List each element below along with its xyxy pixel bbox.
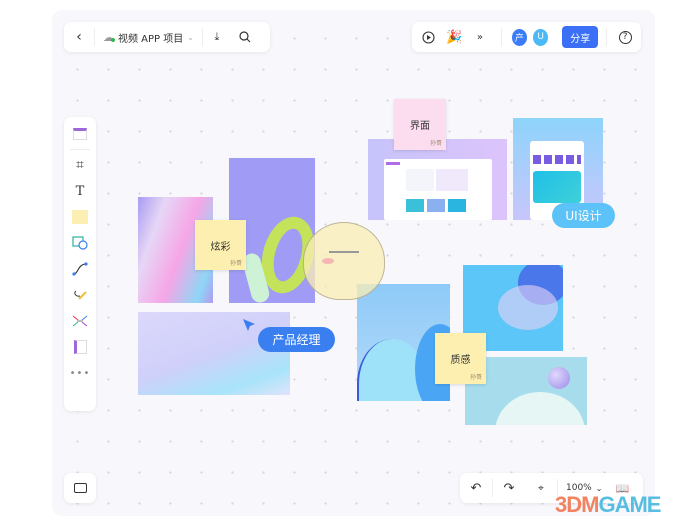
sticky-signature: 孙哥 <box>429 140 442 147</box>
tool-template[interactable] <box>64 121 96 147</box>
share-button[interactable]: 分享 <box>562 26 599 48</box>
minimap-icon <box>73 483 87 493</box>
frame-icon: ⌗ <box>76 157 84 173</box>
tool-text[interactable]: T <box>64 178 96 204</box>
map-button[interactable]: ⌖ <box>525 473 557 503</box>
image-lavender-wave[interactable] <box>138 312 290 395</box>
shape-icon <box>72 236 88 250</box>
pen-icon <box>74 290 87 300</box>
tool-frame[interactable]: ⌗ <box>64 152 96 178</box>
help-button[interactable]: ? <box>615 25 635 49</box>
sticky-text: 炫彩 <box>210 241 231 253</box>
sticky-note[interactable]: 炫彩孙哥 <box>195 220 246 270</box>
divider <box>606 28 608 46</box>
redo-icon: ↷ <box>503 480 515 496</box>
mindmap-icon <box>72 315 88 327</box>
download-icon: ⤓ <box>214 30 220 43</box>
collab-toolbar: 🎉 » 产 U 分享 ? <box>412 22 641 52</box>
avatar[interactable]: 产 <box>511 28 527 46</box>
divider <box>70 149 90 150</box>
connector-icon <box>72 262 88 276</box>
party-popper-icon: 🎉 <box>446 29 463 45</box>
redo-button[interactable]: ↷ <box>493 473 525 503</box>
tool-connector[interactable] <box>64 256 96 282</box>
collaborator-label-pm: 产品经理 <box>258 327 335 352</box>
cloud-icon: ☁ <box>103 30 115 44</box>
undo-button[interactable]: ↶ <box>460 473 492 503</box>
sticky-signature: 孙哥 <box>229 260 242 267</box>
tool-shape[interactable] <box>64 230 96 256</box>
tool-sidebar: ⌗ T ••• <box>64 117 96 411</box>
more-icon: ••• <box>69 367 91 379</box>
tool-mindmap[interactable] <box>64 308 96 334</box>
sticky-note[interactable]: 质感孙哥 <box>435 333 486 384</box>
back-button[interactable]: ‹ <box>64 22 94 52</box>
sticky-note[interactable]: 界面孙哥 <box>394 99 446 150</box>
sticky-text: 界面 <box>410 121 430 132</box>
present-button[interactable] <box>418 25 440 49</box>
tool-more[interactable]: ••• <box>64 360 96 386</box>
tool-pen[interactable] <box>64 282 96 308</box>
sticky-note-icon <box>72 210 88 224</box>
minimap-button[interactable] <box>64 473 96 503</box>
template-icon <box>73 128 87 140</box>
celebrate-button[interactable]: 🎉 <box>444 25 466 49</box>
double-chevron-down-icon: » <box>476 31 484 43</box>
project-title-button[interactable]: ☁ 视频 APP 项目 ⌄ <box>95 30 202 45</box>
sticky-text: 质感 <box>450 355 471 366</box>
watermark-logo: 3DMGAME <box>555 492 661 517</box>
header-toolbar: ‹ ☁ 视频 APP 项目 ⌄ ⤓ <box>64 22 270 52</box>
download-button[interactable]: ⤓ <box>203 22 231 52</box>
divider <box>500 28 502 46</box>
document-icon <box>73 340 87 354</box>
tool-sticky-note[interactable] <box>64 204 96 230</box>
map-icon: ⌖ <box>538 482 544 494</box>
collaborator-label-ui: UI设计 <box>552 203 615 228</box>
chevron-left-icon: ‹ <box>76 29 82 45</box>
cursor-arrow-icon <box>243 319 255 331</box>
avatar[interactable]: U <box>532 28 549 46</box>
chevron-down-icon: ⌄ <box>187 32 194 42</box>
tool-document[interactable] <box>64 334 96 360</box>
undo-icon: ↶ <box>470 480 482 496</box>
sticky-signature: 孙哥 <box>469 374 482 381</box>
search-icon <box>239 31 251 43</box>
project-title: 视频 APP 项目 <box>118 33 184 45</box>
more-button[interactable]: » <box>469 25 491 49</box>
help-icon: ? <box>618 30 632 44</box>
play-icon <box>422 30 435 44</box>
image-dashboard-ui[interactable] <box>368 139 507 220</box>
text-icon: T <box>75 183 85 199</box>
search-button[interactable] <box>231 22 259 52</box>
mascot-sticker <box>303 222 385 300</box>
